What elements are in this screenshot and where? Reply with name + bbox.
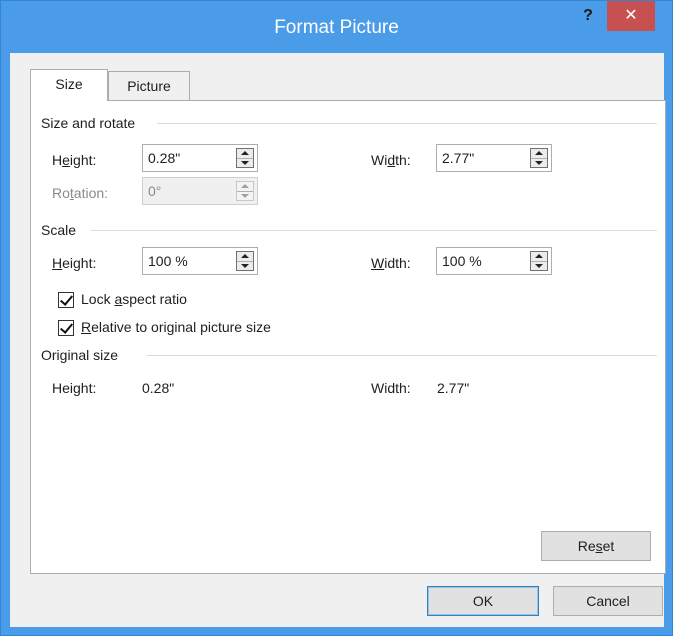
group-title-size-and-rotate: Size and rotate: [41, 115, 136, 131]
arrow-up-icon: [241, 184, 249, 188]
spin-down-button[interactable]: [237, 158, 253, 167]
spin-down-button[interactable]: [531, 261, 547, 270]
spin-down-button: [237, 191, 253, 200]
scale-width-label: Width:: [371, 255, 411, 271]
group-title-original-size: Original size: [41, 347, 119, 363]
scale-width-spinner[interactable]: 100 %: [436, 247, 552, 275]
separator: [157, 123, 657, 124]
relative-to-original-label[interactable]: Relative to original picture size: [81, 319, 271, 335]
dialog-client: Size Picture Size and rotate Height: 0.2…: [10, 53, 666, 627]
scale-width-value[interactable]: 100 %: [442, 253, 482, 269]
arrow-up-icon: [241, 254, 249, 258]
title-bar[interactable]: Format Picture ? ✕: [1, 1, 672, 53]
scale-height-label: Height:: [52, 255, 97, 271]
arrow-down-icon: [241, 194, 249, 198]
separator: [91, 230, 657, 231]
rotation-spinner: 0°: [142, 177, 258, 205]
original-height-value: 0.28": [142, 380, 175, 396]
window-title: Format Picture: [274, 17, 399, 38]
original-height-label: Height:: [52, 380, 97, 396]
height-label: Height:: [52, 152, 97, 168]
scale-width-spin-arrows[interactable]: [530, 251, 548, 271]
original-width-label: Width:: [371, 380, 411, 396]
reset-button[interactable]: Reset: [541, 531, 651, 561]
scale-height-spinner[interactable]: 100 %: [142, 247, 258, 275]
format-picture-window: Format Picture ? ✕ Size Picture Size and…: [0, 0, 673, 636]
arrow-up-icon: [535, 151, 543, 155]
rotation-spin-arrows: [236, 181, 254, 201]
scale-height-value[interactable]: 100 %: [148, 253, 188, 269]
close-icon: ✕: [624, 7, 638, 24]
width-spinner[interactable]: 2.77": [436, 144, 552, 172]
height-spin-arrows[interactable]: [236, 148, 254, 168]
original-width-value: 2.77": [437, 380, 470, 396]
arrow-down-icon: [535, 161, 543, 165]
arrow-down-icon: [535, 264, 543, 268]
size-tab-panel: Size and rotate Height: 0.28" Width: 2.7…: [30, 100, 666, 574]
arrow-up-icon: [535, 254, 543, 258]
cancel-button[interactable]: Cancel: [553, 586, 663, 616]
rotation-label: Rotation:: [52, 185, 109, 201]
separator: [147, 355, 657, 356]
lock-aspect-ratio-checkbox[interactable]: [58, 292, 74, 308]
checkmark-icon: [59, 292, 74, 306]
arrow-down-icon: [241, 264, 249, 268]
height-value[interactable]: 0.28": [148, 150, 180, 166]
ok-button[interactable]: OK: [427, 586, 539, 616]
width-spin-arrows[interactable]: [530, 148, 548, 168]
scale-height-spin-arrows[interactable]: [236, 251, 254, 271]
height-spinner[interactable]: 0.28": [142, 144, 258, 172]
relative-to-original-checkbox[interactable]: [58, 320, 74, 336]
group-title-scale: Scale: [41, 222, 77, 238]
arrow-down-icon: [241, 161, 249, 165]
tab-picture[interactable]: Picture: [108, 71, 190, 101]
arrow-up-icon: [241, 151, 249, 155]
spin-down-button[interactable]: [531, 158, 547, 167]
width-label: Width:: [371, 152, 411, 168]
spin-down-button[interactable]: [237, 261, 253, 270]
checkmark-icon: [59, 320, 74, 334]
width-value[interactable]: 2.77": [442, 150, 474, 166]
lock-aspect-ratio-label[interactable]: Lock aspect ratio: [81, 291, 187, 307]
close-button[interactable]: ✕: [607, 1, 655, 31]
rotation-value: 0°: [148, 183, 162, 199]
help-button[interactable]: ?: [573, 3, 603, 31]
tab-size[interactable]: Size: [30, 69, 108, 101]
